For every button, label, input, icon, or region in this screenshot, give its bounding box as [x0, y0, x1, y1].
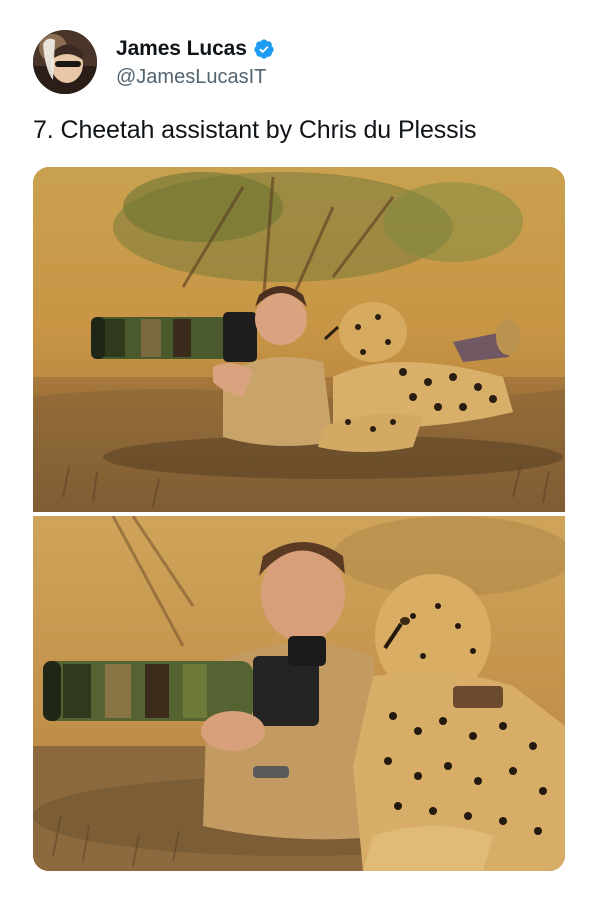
author-handle[interactable]: @JamesLucasIT	[116, 66, 275, 89]
tweet-media[interactable]	[33, 167, 565, 871]
avatar[interactable]	[33, 30, 97, 94]
tweet-header: James Lucas @JamesLucasIT	[33, 29, 275, 95]
photo-top[interactable]	[33, 167, 565, 512]
verified-badge-icon	[253, 38, 275, 60]
avatar-image	[33, 30, 97, 94]
tweet-text: 7. Cheetah assistant by Chris du Plessis	[33, 116, 477, 144]
tweet: James Lucas @JamesLucasIT 7. Cheetah ass…	[0, 0, 599, 905]
display-name[interactable]: James Lucas	[116, 37, 247, 61]
author-names: James Lucas @JamesLucasIT	[116, 35, 275, 89]
photo-bottom[interactable]	[33, 516, 565, 871]
display-name-row: James Lucas	[116, 35, 275, 63]
